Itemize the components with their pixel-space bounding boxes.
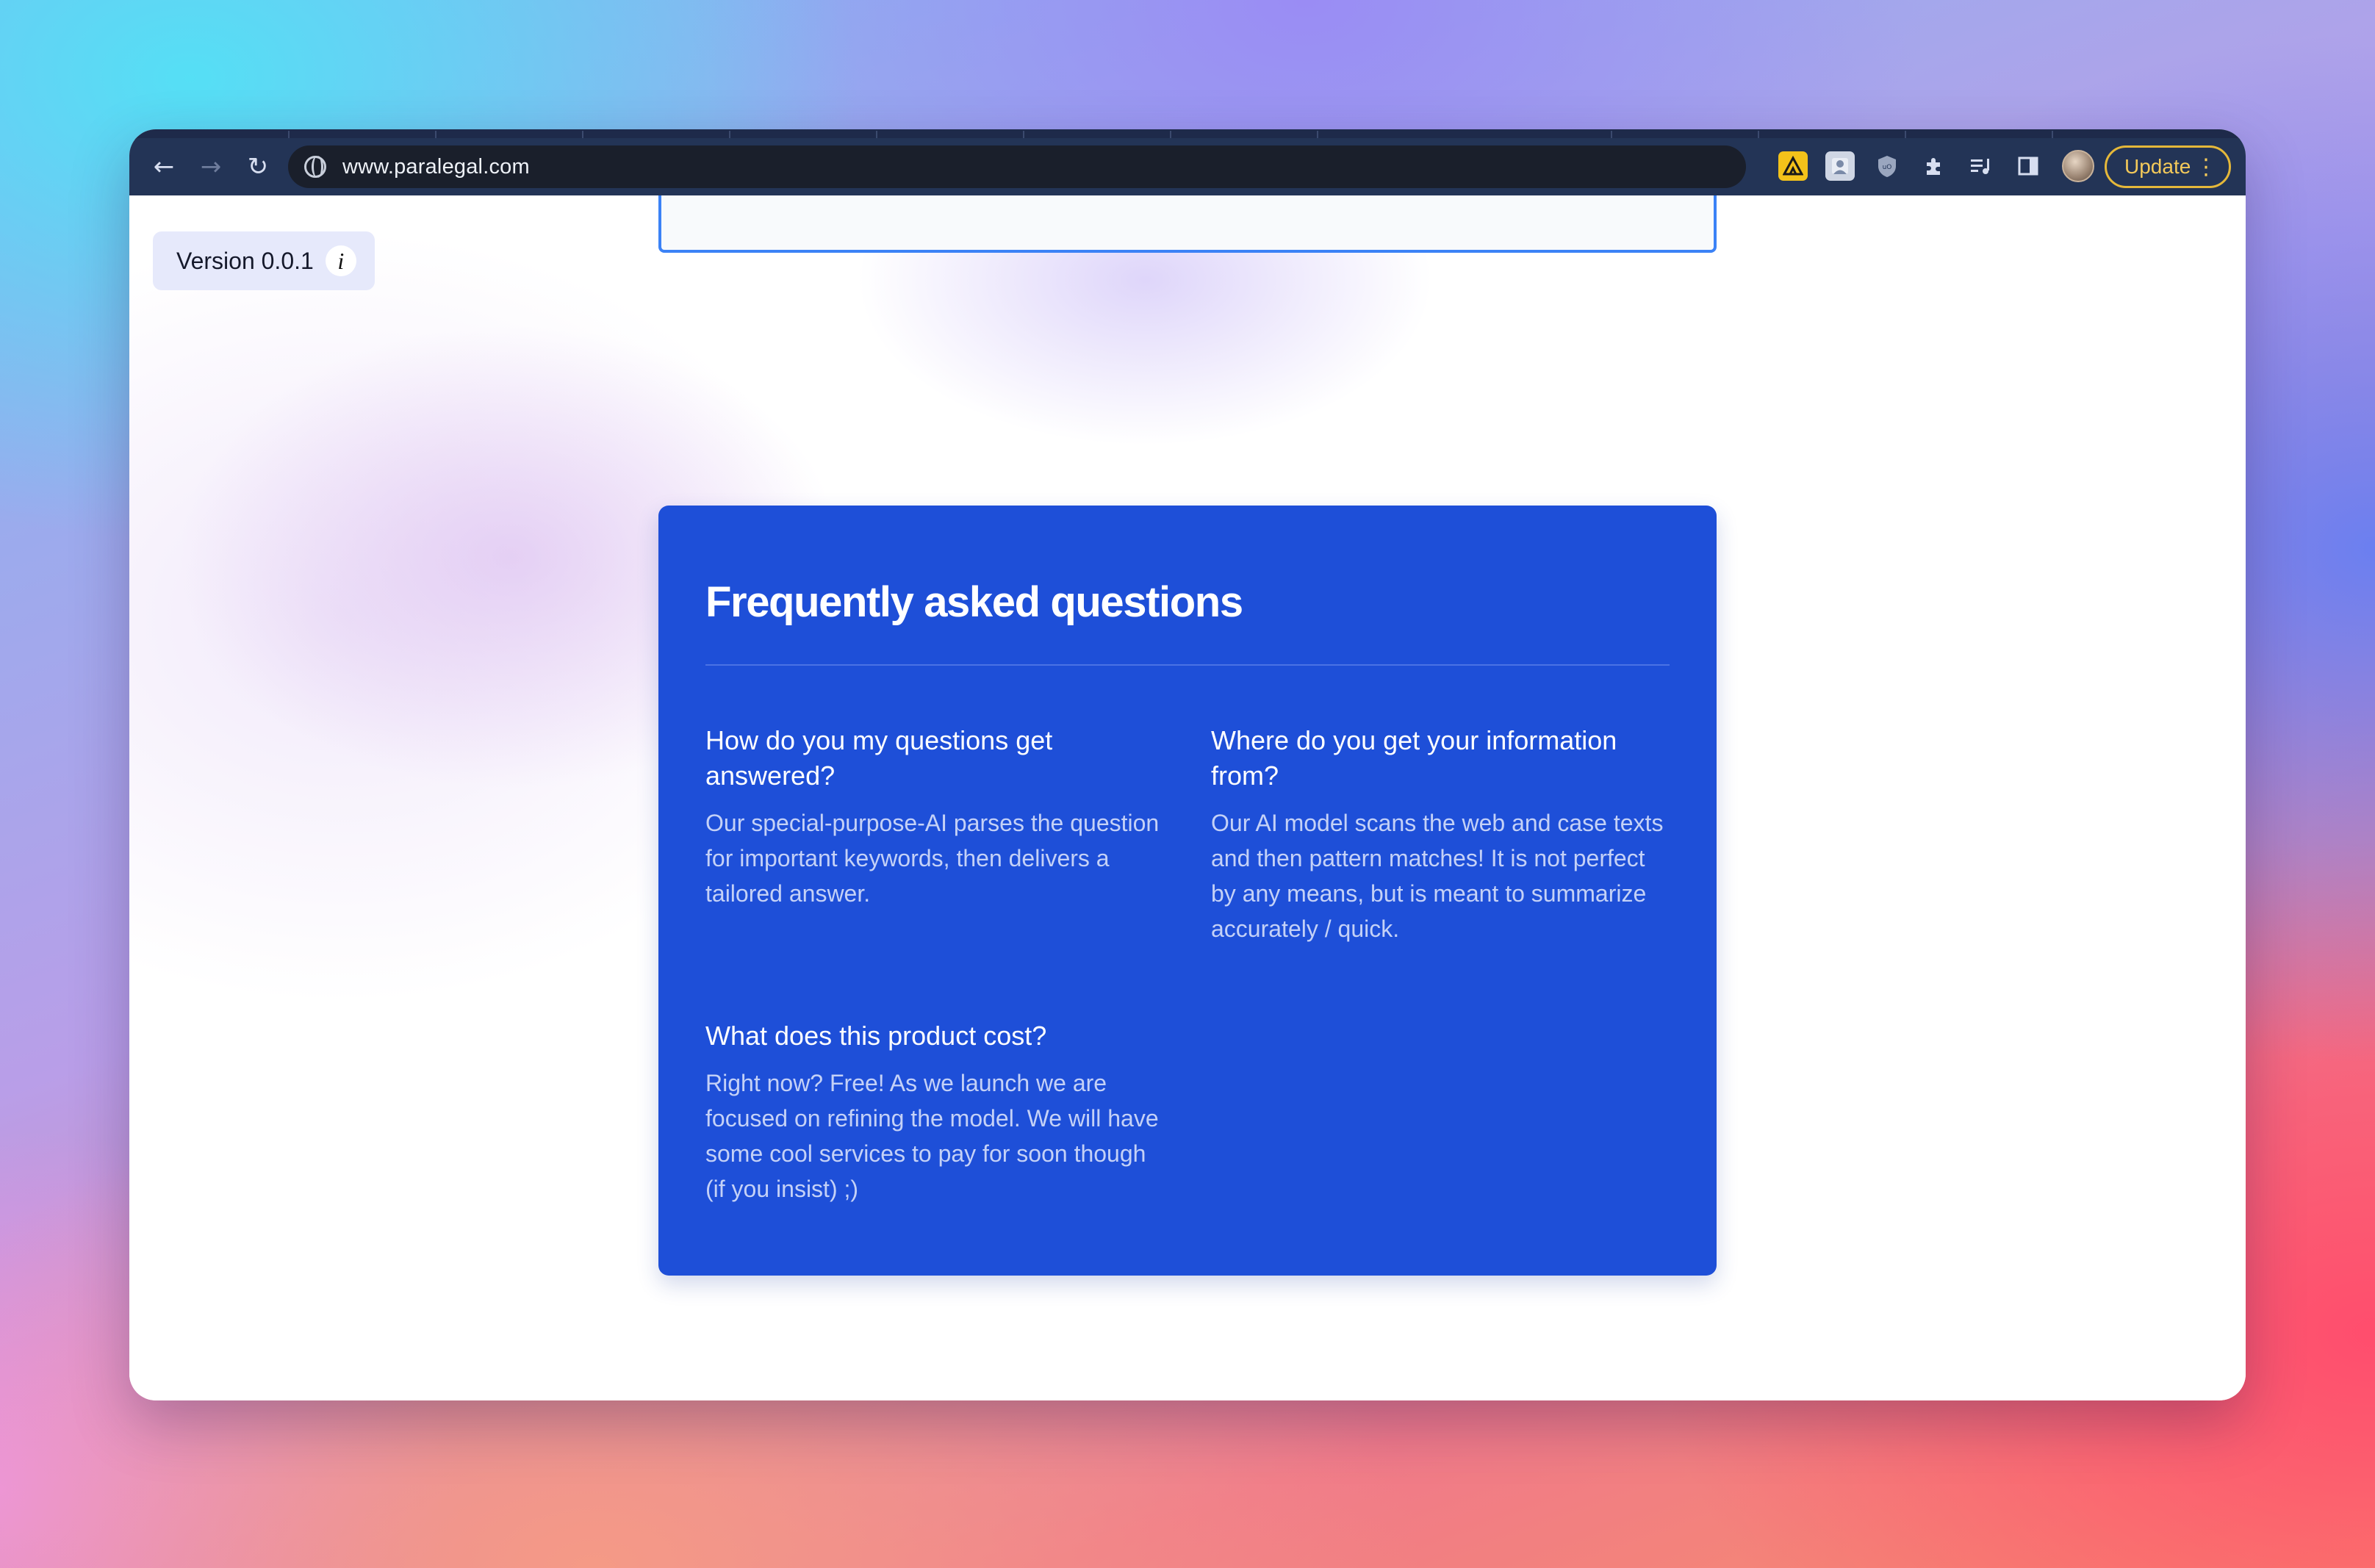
faq-item: How do you my questions get answered? Ou…	[705, 723, 1161, 911]
faq-item: Where do you get your information from? …	[1211, 723, 1667, 946]
site-info-icon[interactable]	[304, 156, 326, 178]
extension-image-icon[interactable]	[1825, 151, 1855, 181]
more-menu-icon[interactable]: ⋮	[2195, 154, 2217, 180]
update-button[interactable]: Update ⋮	[2105, 145, 2231, 188]
version-badge[interactable]: Version 0.0.1 i	[153, 231, 375, 290]
profile-avatar[interactable]	[2062, 150, 2094, 182]
back-icon[interactable]: ←	[145, 148, 182, 185]
faq-divider	[705, 664, 1670, 666]
reload-icon[interactable]: ↻	[240, 148, 276, 185]
extensions-puzzle-icon[interactable]	[1919, 151, 1949, 181]
update-button-label: Update	[2124, 155, 2191, 178]
side-panel-icon[interactable]	[2013, 151, 2043, 181]
version-label: Version 0.0.1	[176, 247, 314, 274]
faq-item: What does this product cost? Right now? …	[705, 1018, 1161, 1206]
forward-icon[interactable]: →	[193, 148, 229, 185]
address-url[interactable]: www.paralegal.com	[342, 155, 530, 179]
faq-question: Where do you get your information from?	[1211, 725, 1617, 791]
faq-answer: Our special-purpose-AI parses the questi…	[705, 810, 1160, 907]
faq-question: What does this product cost?	[705, 1021, 1047, 1051]
svg-text:uO: uO	[1883, 164, 1892, 171]
faq-answer: Right now? Free! As we launch we are foc…	[705, 1070, 1159, 1202]
faq-answer: Our AI model scans the web and case text…	[1211, 810, 1664, 942]
faq-title: Frequently asked questions	[705, 578, 1243, 626]
shield-icon[interactable]: uO	[1872, 151, 1902, 181]
extension-a-icon[interactable]	[1778, 151, 1808, 181]
browser-toolbar: ← → ↻ www.paralegal.com uO Update ⋮	[129, 138, 2246, 195]
reading-list-icon[interactable]	[1966, 151, 1996, 181]
faq-section: Frequently asked questions How do you my…	[658, 506, 1717, 1276]
address-bar[interactable]: www.paralegal.com	[288, 145, 1746, 188]
page-content: Version 0.0.1 i Frequently asked questio…	[129, 195, 2246, 1400]
browser-window: ← → ↻ www.paralegal.com uO Update ⋮ Vers…	[129, 129, 2246, 1400]
faq-question: How do you my questions get answered?	[705, 725, 1053, 791]
info-icon[interactable]: i	[325, 245, 356, 276]
question-input-box[interactable]	[658, 195, 1717, 253]
